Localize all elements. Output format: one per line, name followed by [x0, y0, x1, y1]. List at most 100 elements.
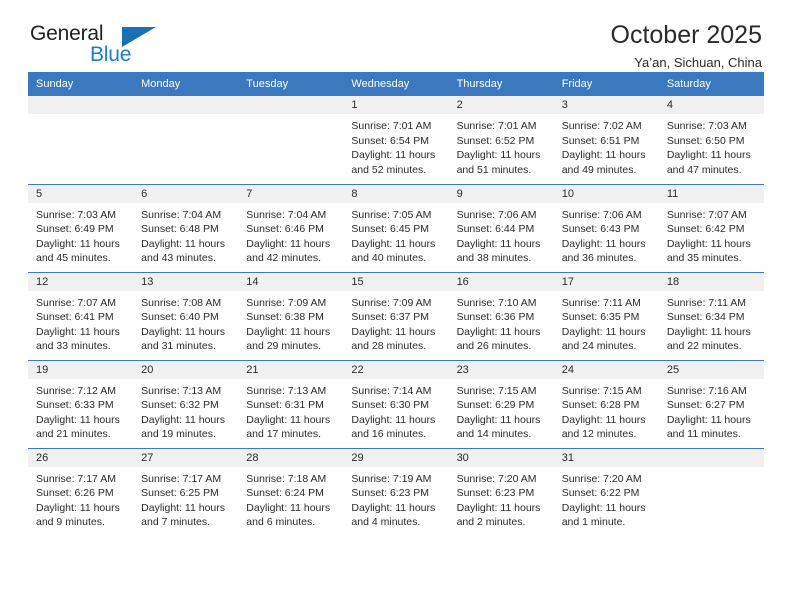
daylight-text: Daylight: 11 hours and 36 minutes. — [561, 237, 646, 265]
calendar-day-cell[interactable]: 26 Sunrise: 7:17 AM Sunset: 6:26 PM Dayligh… — [28, 447, 134, 536]
calendar-day-cell[interactable]: 2 Sunrise: 7:01 AM Sunset: 6:52 PM Daylight… — [448, 96, 554, 184]
calendar-day-cell[interactable]: 9 Sunrise: 7:06 AM Sunset: 6:44 PM Daylight… — [448, 183, 554, 272]
calendar-day-cell[interactable]: 6 Sunrise: 7:04 AM Sunset: 6:48 PM Daylight… — [133, 183, 239, 272]
calendar-day-cell[interactable]: 3 Sunrise: 7:02 AM Sunset: 6:51 PM Daylight… — [553, 96, 659, 184]
sunset-text: Sunset: 6:49 PM — [36, 223, 114, 235]
day-number: 30 — [448, 448, 554, 467]
calendar-day-cell[interactable]: 29 Sunrise: 7:19 AM Sunset: 6:23 PM Dayligh… — [343, 447, 449, 536]
day-number — [238, 96, 344, 114]
general-blue-logo[interactable]: General Blue — [28, 22, 168, 74]
daylight-text: Daylight: 11 hours and 2 minutes. — [456, 501, 541, 529]
calendar-day-cell[interactable]: 12 Sunrise: 7:07 AM Sunset: 6:41 PM Dayligh… — [28, 271, 134, 360]
calendar-day-cell[interactable]: 17 Sunrise: 7:11 AM Sunset: 6:35 PM Dayligh… — [553, 271, 659, 360]
day-number: 3 — [553, 96, 659, 114]
sunrise-text: Sunrise: 7:15 AM — [561, 384, 642, 397]
daylight-text: Daylight: 11 hours and 17 minutes. — [246, 413, 331, 441]
calendar-day-cell[interactable]: 16 Sunrise: 7:10 AM Sunset: 6:36 PM Dayligh… — [448, 271, 554, 360]
calendar-day-cell[interactable]: 31 Sunrise: 7:20 AM Sunset: 6:22 PM Dayligh… — [553, 447, 659, 536]
daylight-text: Daylight: 11 hours and 45 minutes. — [36, 237, 120, 265]
calendar-day-cell[interactable]: 8 Sunrise: 7:05 AM Sunset: 6:45 PM Daylight… — [343, 183, 449, 272]
day-details: Sunrise: 7:02 AM Sunset: 6:51 PM Daylight:… — [554, 114, 659, 177]
calendar-week-row: 26 Sunrise: 7:17 AM Sunset: 6:26 PM Dayligh… — [28, 447, 764, 536]
day-number: 28 — [238, 448, 344, 467]
calendar-day-cell[interactable]: 21 Sunrise: 7:13 AM Sunset: 6:31 PM Dayligh… — [238, 359, 344, 448]
sunrise-text: Sunrise: 7:11 AM — [561, 296, 641, 309]
day-details: Sunrise: 7:11 AM Sunset: 6:35 PM Daylight:… — [554, 291, 659, 354]
sunrise-text: Sunrise: 7:07 AM — [36, 296, 116, 309]
daylight-text: Daylight: 11 hours and 19 minutes. — [141, 413, 225, 441]
calendar-day-cell[interactable]: 19 Sunrise: 7:12 AM Sunset: 6:33 PM Dayligh… — [28, 359, 134, 448]
daylight-text: Daylight: 11 hours and 35 minutes. — [666, 237, 751, 265]
calendar-day-cell[interactable]: 22 Sunrise: 7:14 AM Sunset: 6:30 PM Dayligh… — [343, 359, 449, 448]
day-number: 13 — [133, 272, 239, 291]
sunset-text: Sunset: 6:41 PM — [36, 311, 114, 323]
sunset-text: Sunset: 6:50 PM — [666, 134, 745, 147]
day-number: 29 — [343, 448, 449, 467]
sunrise-text: Sunrise: 7:05 AM — [351, 208, 432, 221]
sunset-text: Sunset: 6:35 PM — [561, 311, 640, 323]
calendar-day-cell[interactable]: 23 Sunrise: 7:15 AM Sunset: 6:29 PM Dayligh… — [448, 359, 554, 448]
day-details: Sunrise: 7:11 AM Sunset: 6:34 PM Daylight:… — [659, 291, 764, 354]
day-number: 11 — [658, 184, 764, 203]
daylight-text: Daylight: 11 hours and 28 minutes. — [351, 325, 436, 353]
calendar-day-cell[interactable]: 4 Sunrise: 7:03 AM Sunset: 6:50 PM Daylight… — [658, 96, 764, 184]
weekday-header-saturday: Saturday — [658, 72, 764, 96]
calendar-day-cell[interactable]: 1 Sunrise: 7:01 AM Sunset: 6:54 PM Daylight… — [343, 96, 449, 184]
day-number: 15 — [343, 272, 449, 291]
calendar-day-cell[interactable]: 24 Sunrise: 7:15 AM Sunset: 6:28 PM Dayligh… — [553, 359, 659, 448]
weekday-header-sunday: Sunday — [28, 72, 134, 96]
calendar-day-cell[interactable]: 10 Sunrise: 7:06 AM Sunset: 6:43 PM Dayligh… — [553, 183, 659, 272]
calendar-day-cell[interactable]: 15 Sunrise: 7:09 AM Sunset: 6:37 PM Dayligh… — [343, 271, 449, 360]
daylight-text: Daylight: 11 hours and 49 minutes. — [561, 149, 646, 176]
sunrise-text: Sunrise: 7:01 AM — [351, 120, 432, 132]
calendar-day-cell[interactable]: 5 Sunrise: 7:03 AM Sunset: 6:49 PM Daylight… — [28, 183, 134, 272]
day-details: Sunrise: 7:01 AM Sunset: 6:54 PM Daylight:… — [343, 114, 448, 177]
sunrise-text: Sunrise: 7:06 AM — [456, 208, 537, 221]
calendar-day-cell[interactable]: 11 Sunrise: 7:07 AM Sunset: 6:42 PM Dayligh… — [658, 183, 764, 272]
daylight-text: Daylight: 11 hours and 29 minutes. — [246, 325, 331, 353]
day-number: 19 — [28, 360, 134, 379]
calendar-day-cell[interactable]: 28 Sunrise: 7:18 AM Sunset: 6:24 PM Dayligh… — [238, 447, 344, 536]
sunrise-text: Sunrise: 7:03 AM — [36, 208, 116, 221]
day-number: 23 — [448, 360, 554, 379]
calendar-day-cell[interactable]: 7 Sunrise: 7:04 AM Sunset: 6:46 PM Daylight… — [238, 183, 344, 272]
day-details: Sunrise: 7:03 AM Sunset: 6:49 PM Daylight:… — [28, 203, 133, 266]
calendar-day-cell[interactable]: 18 Sunrise: 7:11 AM Sunset: 6:34 PM Dayligh… — [658, 271, 764, 360]
weekday-header-row: Sunday Monday Tuesday Wednesday Thursday Frid… — [28, 72, 764, 96]
sunrise-text: Sunrise: 7:19 AM — [351, 472, 432, 485]
day-details: Sunrise: 7:09 AM Sunset: 6:37 PM Daylight:… — [343, 291, 448, 354]
day-number: 25 — [658, 360, 764, 379]
calendar-week-row: 12 Sunrise: 7:07 AM Sunset: 6:41 PM Dayligh… — [28, 271, 764, 360]
sunrise-text: Sunrise: 7:20 AM — [561, 472, 642, 485]
page-title: October 2025 — [610, 21, 763, 49]
daylight-text: Daylight: 11 hours and 47 minutes. — [666, 149, 751, 176]
day-details: Sunrise: 7:07 AM Sunset: 6:41 PM Daylight:… — [28, 291, 133, 354]
weekday-header-tuesday: Tuesday — [238, 72, 344, 96]
calendar-day-cell[interactable]: 13 Sunrise: 7:08 AM Sunset: 6:40 PM Dayligh… — [133, 271, 239, 360]
sunrise-text: Sunrise: 7:14 AM — [351, 384, 432, 397]
daylight-text: Daylight: 11 hours and 51 minutes. — [456, 149, 541, 176]
weekday-header-thursday: Thursday — [448, 72, 554, 96]
sunrise-text: Sunrise: 7:09 AM — [351, 296, 432, 309]
calendar-day-cell[interactable]: 25 Sunrise: 7:16 AM Sunset: 6:27 PM Dayligh… — [658, 359, 764, 448]
daylight-text: Daylight: 11 hours and 12 minutes. — [561, 413, 646, 441]
daylight-text: Daylight: 11 hours and 31 minutes. — [141, 325, 225, 353]
calendar-day-cell[interactable]: 20 Sunrise: 7:13 AM Sunset: 6:32 PM Dayligh… — [133, 359, 239, 448]
calendar-cell-empty — [658, 447, 764, 536]
day-details: Sunrise: 7:17 AM Sunset: 6:26 PM Daylight:… — [28, 467, 133, 530]
sunset-text: Sunset: 6:28 PM — [561, 399, 640, 411]
calendar-day-cell[interactable]: 27 Sunrise: 7:17 AM Sunset: 6:25 PM Dayligh… — [133, 447, 239, 536]
sunset-text: Sunset: 6:37 PM — [351, 311, 430, 323]
sunrise-text: Sunrise: 7:16 AM — [666, 384, 747, 397]
weekday-header-monday: Monday — [133, 72, 239, 96]
day-details: Sunrise: 7:15 AM Sunset: 6:28 PM Daylight:… — [554, 379, 659, 442]
sunset-text: Sunset: 6:48 PM — [141, 223, 219, 235]
daylight-text: Daylight: 11 hours and 11 minutes. — [666, 413, 751, 441]
day-details: Sunrise: 7:20 AM Sunset: 6:22 PM Daylight:… — [554, 467, 659, 530]
day-details: Sunrise: 7:07 AM Sunset: 6:42 PM Daylight:… — [659, 203, 764, 266]
calendar-day-cell[interactable]: 14 Sunrise: 7:09 AM Sunset: 6:38 PM Dayligh… — [238, 271, 344, 360]
sunrise-text: Sunrise: 7:12 AM — [36, 384, 116, 397]
calendar-day-cell[interactable]: 30 Sunrise: 7:20 AM Sunset: 6:23 PM Dayligh… — [448, 447, 554, 536]
daylight-text: Daylight: 11 hours and 9 minutes. — [36, 501, 120, 529]
day-details: Sunrise: 7:13 AM Sunset: 6:32 PM Daylight:… — [133, 379, 238, 442]
